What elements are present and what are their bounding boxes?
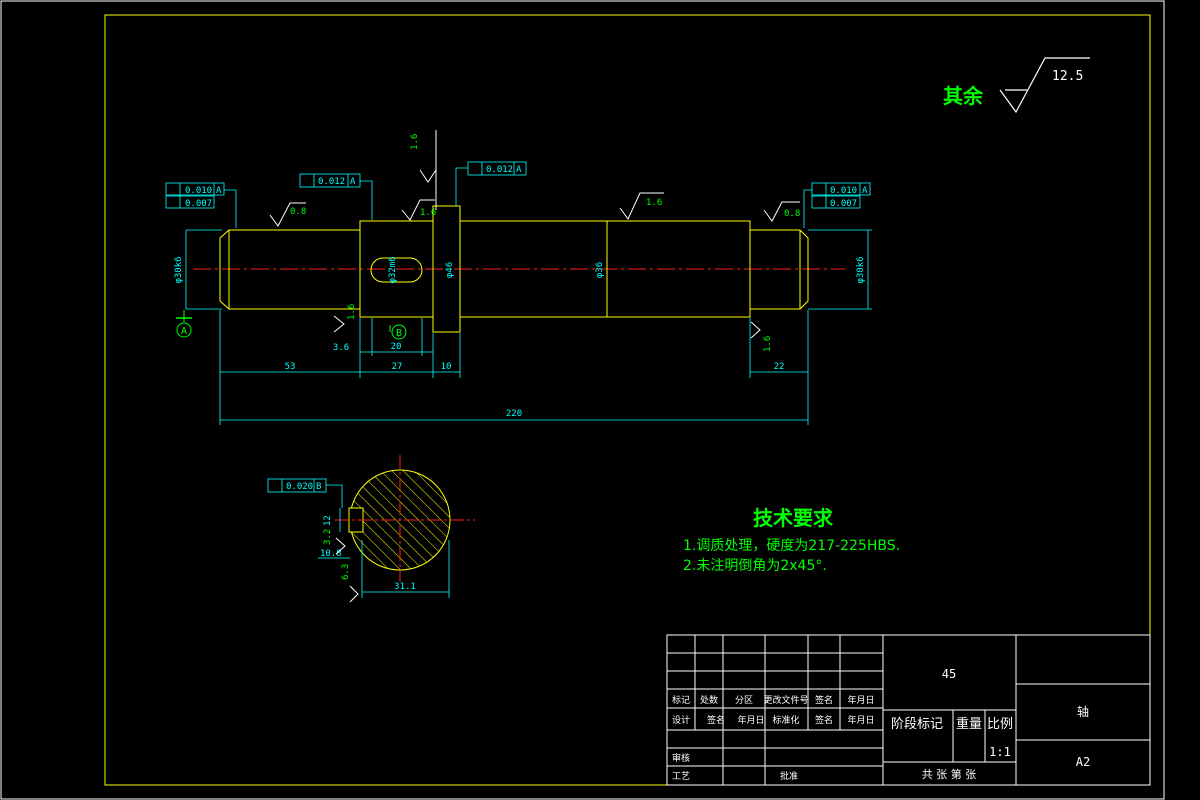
tb-label-mark: 标记 (672, 694, 690, 706)
tb-label-approve: 批准 (780, 770, 798, 782)
tb-label-review: 审核 (672, 752, 690, 764)
tol-key-sym: 0.012 (318, 177, 345, 187)
tol-section-sym-ref: B (316, 482, 321, 492)
roughness-sec-63: 6.3 (341, 564, 351, 580)
tol-key-sym-ref: A (350, 177, 356, 187)
dim-sec-12: 12 (323, 515, 333, 526)
dim-len-3-6: 3.6 (333, 343, 349, 353)
dim-dia-right: φ30k6 (856, 256, 866, 283)
tol-right-runout-ref: A (862, 186, 868, 196)
tech-req-item-1: 1.调质处理，硬度为217-225HBS. (683, 538, 900, 554)
tb-label-sign2: 签名 (707, 714, 725, 726)
tol-right-runout: 0.010 (830, 186, 857, 196)
tb-label-sign3: 签名 (815, 714, 833, 726)
tol-collar-runout-ref: A (516, 165, 522, 175)
tb-scale: 1:1 (989, 745, 1011, 759)
roughness-note-value: 12.5 (1052, 69, 1083, 84)
dim-key-depth: 10.8 (320, 549, 342, 559)
dim-len-10: 10 (441, 362, 452, 372)
tol-left-runout-ref: A (216, 186, 222, 196)
datum-b: B (389, 324, 407, 340)
tb-label-design: 设计 (672, 714, 690, 726)
tb-stage-mark: 阶段标记 (891, 717, 943, 732)
tech-req-title: 技术要求 (753, 506, 834, 530)
tb-label-date3: 年月日 (847, 714, 874, 726)
tb-label-sign: 签名 (815, 694, 833, 706)
tb-sheets: 共 张 第 张 (922, 767, 977, 781)
tb-material: 45 (942, 667, 956, 681)
datum-a: A (176, 310, 192, 338)
tb-label-date: 年月日 (847, 694, 874, 706)
roughness-right: 0.8 (784, 209, 800, 219)
tb-part-name: 轴 (1077, 704, 1089, 719)
roughness-shoulder: 1.6 (420, 208, 436, 218)
tolerance-key: 0.012 A (299, 173, 373, 220)
datum-a-label: A (181, 326, 187, 337)
tol-right-cyl: 0.007 (830, 199, 857, 209)
roughness-top: 1.6 (410, 134, 420, 150)
tol-left-cyl: 0.007 (185, 199, 212, 209)
drawing-frame (104, 14, 1151, 786)
dim-len-53: 53 (285, 362, 296, 372)
dim-len-220: 220 (506, 409, 522, 419)
datum-b-label: B (396, 328, 402, 339)
cross-section (335, 455, 475, 582)
dim-sec-31: 31.1 (394, 582, 416, 592)
roughness-mid: 1.6 (646, 198, 662, 208)
tb-weight: 重量 (956, 716, 982, 732)
sheet-border (0, 0, 1165, 800)
dim-len-20: 20 (391, 342, 402, 352)
roughness-bottom-left: 1.6 (347, 304, 357, 320)
tol-collar-runout: 0.012 (486, 165, 513, 175)
roughness-general-note: 其余 12.5 (943, 57, 1090, 114)
tolerance-left: 0.010 A 0.007 (165, 182, 237, 228)
length-dim-lines (219, 310, 809, 425)
roughness-note-label: 其余 (943, 84, 984, 108)
tech-req-item-2: 2.未注明倒角为2x45°. (683, 558, 827, 574)
tolerance-collar: 0.012 A (455, 161, 527, 206)
tb-drawing-no: A2 (1076, 755, 1090, 769)
tb-label-date2: 年月日 (737, 714, 764, 726)
tol-section-sym: 0.020 (286, 482, 313, 492)
roughness-bottom-right: 1.6 (763, 336, 773, 352)
dim-dia-left: φ30k6 (174, 256, 184, 283)
tb-label-zone: 分区 (735, 695, 753, 706)
roughness-left: 0.8 (290, 207, 306, 217)
tb-label-count: 处数 (700, 694, 718, 706)
cad-drawing: 其余 12.5 φ30k6 φ32m6 φ46 φ36 φ30k6 53 27 … (0, 0, 1165, 800)
tolerance-right: 0.010 A 0.007 (803, 182, 871, 228)
tb-label-process: 工艺 (672, 771, 690, 782)
dim-dia-collar: φ46 (445, 262, 455, 278)
tb-ratio: 比例 (987, 717, 1013, 732)
roughness-sec-32: 3.2 (323, 529, 333, 545)
roughness-symbol-icon (999, 57, 1090, 114)
dim-dia-key: φ32m6 (388, 256, 398, 283)
dim-len-27: 27 (392, 362, 403, 372)
dim-len-22: 22 (774, 362, 785, 372)
tol-left-runout: 0.010 (185, 186, 212, 196)
dim-dia-mid: φ36 (595, 262, 605, 278)
tb-label-change: 更改文件号 (763, 694, 808, 706)
tb-label-standard: 标准化 (772, 714, 799, 726)
